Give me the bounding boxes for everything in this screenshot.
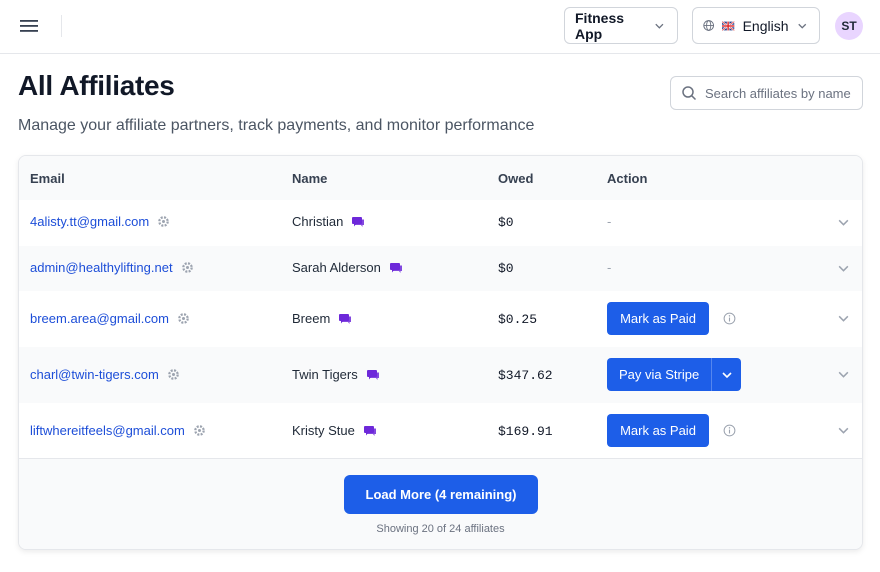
action-empty: - <box>607 214 612 229</box>
affiliate-email-link[interactable]: breem.area@gmail.com <box>30 311 169 326</box>
name-cell: Sarah Alderson <box>292 260 403 275</box>
affiliate-email-link[interactable]: 4alisty.tt@gmail.com <box>30 214 149 229</box>
discord-icon[interactable] <box>389 262 403 274</box>
action-cell: Mark as Paid <box>607 414 736 447</box>
app-selector-label: Fitness App <box>575 9 625 42</box>
email-cell: charl@twin-tigers.com <box>30 367 180 382</box>
pay-via-stripe-button[interactable]: Pay via Stripe <box>607 358 742 391</box>
avatar-initials: ST <box>841 19 857 33</box>
search-input[interactable] <box>705 85 855 101</box>
pagination-status: Showing 20 of 24 affiliates <box>376 523 505 535</box>
column-header-email: Email <box>30 171 65 186</box>
column-header-owed: Owed <box>498 171 534 186</box>
table-row: liftwhereitfeels@gmail.com Kristy Stue $… <box>19 403 862 458</box>
discord-icon[interactable] <box>351 216 365 228</box>
gear-icon[interactable] <box>193 424 206 437</box>
owed-amount: $169.91 <box>498 424 553 439</box>
language-selector[interactable]: English <box>692 7 820 44</box>
search-box <box>670 76 863 110</box>
affiliates-table: Email Name Owed Action 4alisty.tt@gmail.… <box>18 155 863 550</box>
email-cell: liftwhereitfeels@gmail.com <box>30 423 206 438</box>
app-selector[interactable]: Fitness App <box>564 7 678 44</box>
affiliate-name: Christian <box>292 214 344 229</box>
email-cell: 4alisty.tt@gmail.com <box>30 214 170 229</box>
uk-flag-icon <box>722 20 735 31</box>
info-icon[interactable] <box>723 312 736 325</box>
language-label: English <box>742 17 789 34</box>
gear-icon[interactable] <box>167 368 180 381</box>
chevron-down-icon <box>797 23 806 29</box>
name-cell: Kristy Stue <box>292 423 377 438</box>
chevron-down-icon <box>722 371 732 378</box>
chevron-down-icon <box>655 23 664 29</box>
affiliate-name: Sarah Alderson <box>292 260 381 275</box>
name-cell: Breem <box>292 311 352 326</box>
pay-via-stripe-label[interactable]: Pay via Stripe <box>607 358 712 391</box>
table-header: Email Name Owed Action <box>19 156 862 200</box>
name-cell: Twin Tigers <box>292 367 380 382</box>
search-icon <box>682 86 697 101</box>
globe-icon <box>703 20 715 31</box>
load-more-button[interactable]: Load More (4 remaining) <box>344 475 538 514</box>
mark-as-paid-button[interactable]: Mark as Paid <box>607 414 709 447</box>
chevron-down-icon[interactable] <box>837 216 850 229</box>
chevron-down-icon[interactable] <box>837 312 850 325</box>
gear-icon[interactable] <box>181 261 194 274</box>
column-header-name: Name <box>292 171 328 186</box>
menu-button[interactable] <box>12 12 46 40</box>
discord-icon[interactable] <box>363 425 377 437</box>
divider <box>61 15 62 37</box>
gear-icon[interactable] <box>157 215 170 228</box>
table-row: breem.area@gmail.com Breem $0.25 Mark as… <box>19 291 862 347</box>
owed-amount: $347.62 <box>498 368 553 383</box>
table-row: 4alisty.tt@gmail.com Christian $0 - <box>19 200 862 246</box>
affiliate-email-link[interactable]: admin@healthylifting.net <box>30 260 173 275</box>
top-bar: Fitness App English ST <box>0 0 880 54</box>
page-subtitle: Manage your affiliate partners, track pa… <box>18 117 535 134</box>
affiliate-name: Kristy Stue <box>292 423 355 438</box>
owed-amount: $0 <box>498 215 514 230</box>
avatar[interactable]: ST <box>835 12 863 40</box>
column-header-action: Action <box>607 171 648 186</box>
affiliate-name: Breem <box>292 311 331 326</box>
email-cell: breem.area@gmail.com <box>30 311 190 326</box>
email-cell: admin@healthylifting.net <box>30 260 194 275</box>
table-footer: Load More (4 remaining) Showing 20 of 24… <box>19 458 862 549</box>
affiliate-email-link[interactable]: charl@twin-tigers.com <box>30 367 159 382</box>
discord-icon[interactable] <box>366 369 380 381</box>
table-row: admin@healthylifting.net Sarah Alderson … <box>19 246 862 291</box>
chevron-down-icon[interactable] <box>837 368 850 381</box>
action-cell: Pay via Stripe <box>607 358 742 391</box>
menu-icon <box>20 20 38 32</box>
gear-icon[interactable] <box>177 312 190 325</box>
chevron-down-icon[interactable] <box>837 262 850 275</box>
info-icon[interactable] <box>723 424 736 437</box>
owed-amount: $0 <box>498 261 514 276</box>
chevron-down-icon[interactable] <box>837 424 850 437</box>
action-cell: Mark as Paid <box>607 302 736 335</box>
mark-as-paid-button[interactable]: Mark as Paid <box>607 302 709 335</box>
action-empty: - <box>607 260 612 275</box>
pay-options-toggle[interactable] <box>711 358 742 391</box>
affiliate-email-link[interactable]: liftwhereitfeels@gmail.com <box>30 423 185 438</box>
page-title: All Affiliates <box>18 70 175 101</box>
discord-icon[interactable] <box>338 313 352 325</box>
owed-amount: $0.25 <box>498 312 538 327</box>
affiliate-name: Twin Tigers <box>292 367 358 382</box>
table-row: charl@twin-tigers.com Twin Tigers $347.6… <box>19 347 862 403</box>
name-cell: Christian <box>292 214 365 229</box>
